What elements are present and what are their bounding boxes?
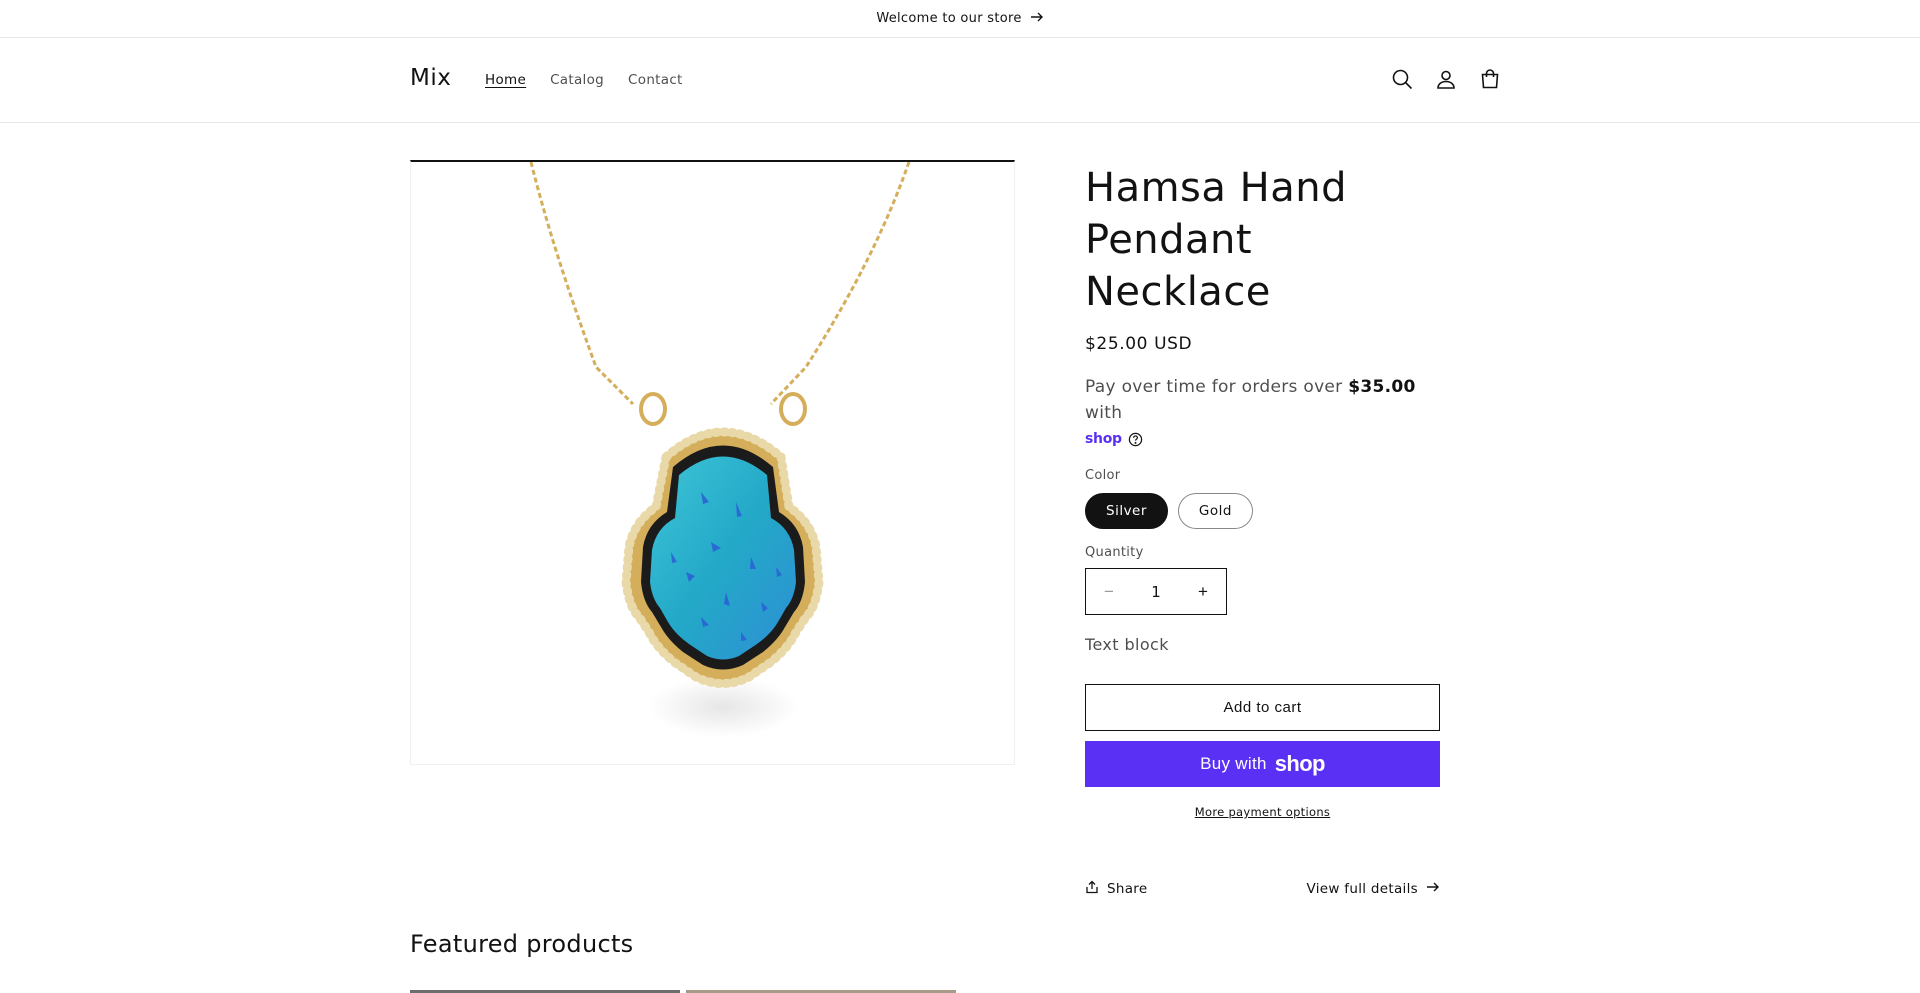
- help-icon[interactable]: [1128, 426, 1143, 452]
- color-label: Color: [1085, 468, 1121, 483]
- share-row: Share View full details: [1085, 880, 1440, 898]
- main-nav: Home Catalog Contact: [485, 72, 683, 88]
- account-icon[interactable]: [1434, 67, 1458, 91]
- featured-products-heading: Featured products: [410, 930, 634, 958]
- announcement-bar: Welcome to our store: [0, 0, 1920, 38]
- product-price: $25.00 USD: [1085, 334, 1193, 354]
- add-to-cart-button[interactable]: Add to cart: [1085, 684, 1440, 731]
- buy-with-shop-button[interactable]: Buy with shop: [1085, 741, 1440, 787]
- arrow-right-icon: [1426, 880, 1440, 898]
- installments-suffix: with: [1085, 403, 1123, 423]
- shop-brand-logo: shop: [1274, 751, 1326, 776]
- quantity-increase-button[interactable]: +: [1180, 569, 1226, 614]
- announcement-text: Welcome to our store: [876, 11, 1022, 26]
- hamsa-necklace-image: [529, 162, 911, 737]
- announcement-link[interactable]: Welcome to our store: [876, 10, 1043, 28]
- more-payment-options: More payment options: [1085, 801, 1440, 820]
- quantity-stepper: − +: [1085, 568, 1227, 615]
- header-icons: [1390, 67, 1502, 91]
- quantity-input[interactable]: [1132, 582, 1180, 601]
- color-option-silver[interactable]: Silver: [1085, 493, 1168, 529]
- cart-icon[interactable]: [1478, 67, 1502, 91]
- share-label: Share: [1107, 881, 1148, 897]
- quantity-label: Quantity: [1085, 545, 1144, 560]
- text-block: Text block: [1085, 635, 1169, 654]
- shop-logo: shop: [1085, 431, 1122, 447]
- arrow-right-icon: [1030, 10, 1044, 28]
- installments-prefix: Pay over time for orders over: [1085, 377, 1349, 397]
- view-details-label: View full details: [1306, 881, 1418, 897]
- quantity-decrease-button[interactable]: −: [1086, 569, 1132, 614]
- color-option-gold[interactable]: Gold: [1177, 493, 1253, 529]
- shop-pay-installments: Pay over time for orders over $35.00 wit…: [1085, 374, 1445, 452]
- more-payment-options-link[interactable]: More payment options: [1195, 805, 1330, 819]
- product-image[interactable]: [410, 160, 1015, 765]
- store-logo[interactable]: Mix: [410, 65, 451, 91]
- product-info: Hamsa Hand Pendant Necklace $25.00 USD P…: [1085, 160, 1445, 898]
- site-header: Mix Home Catalog Contact: [0, 39, 1920, 123]
- view-full-details-link[interactable]: View full details: [1306, 880, 1440, 898]
- nav-home[interactable]: Home: [485, 72, 526, 88]
- color-options: Silver Gold: [1085, 493, 1445, 529]
- product-title: Hamsa Hand Pendant Necklace: [1085, 165, 1347, 315]
- share-button[interactable]: Share: [1085, 880, 1147, 898]
- nav-catalog[interactable]: Catalog: [550, 72, 604, 88]
- share-icon: [1085, 880, 1099, 898]
- buy-with-label: Buy with: [1200, 754, 1267, 773]
- nav-contact[interactable]: Contact: [628, 72, 683, 88]
- search-icon[interactable]: [1390, 67, 1414, 91]
- installments-amount: $35.00: [1348, 377, 1416, 397]
